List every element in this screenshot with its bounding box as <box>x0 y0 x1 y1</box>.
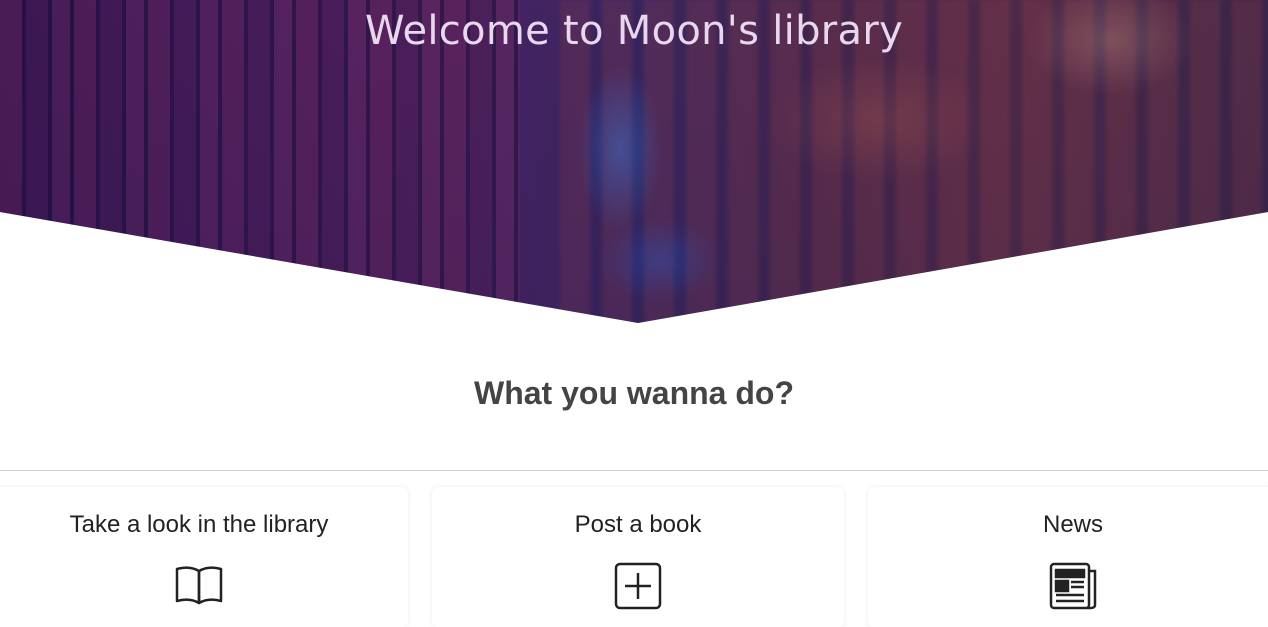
section-divider <box>0 470 1268 471</box>
card-library[interactable]: Take a look in the library <box>0 487 408 627</box>
hero-title: Welcome to Moon's library <box>364 8 904 54</box>
card-news[interactable]: News <box>868 487 1268 627</box>
card-post-book-title: Post a book <box>574 511 702 538</box>
section-title: What you wanna do? <box>474 375 794 411</box>
plus-square-icon <box>613 561 663 611</box>
open-book-icon <box>174 561 224 611</box>
card-library-title: Take a look in the library <box>69 511 329 538</box>
card-news-title: News <box>1042 511 1103 538</box>
card-post-book[interactable]: Post a book <box>432 487 844 627</box>
newspaper-icon <box>1048 561 1098 611</box>
